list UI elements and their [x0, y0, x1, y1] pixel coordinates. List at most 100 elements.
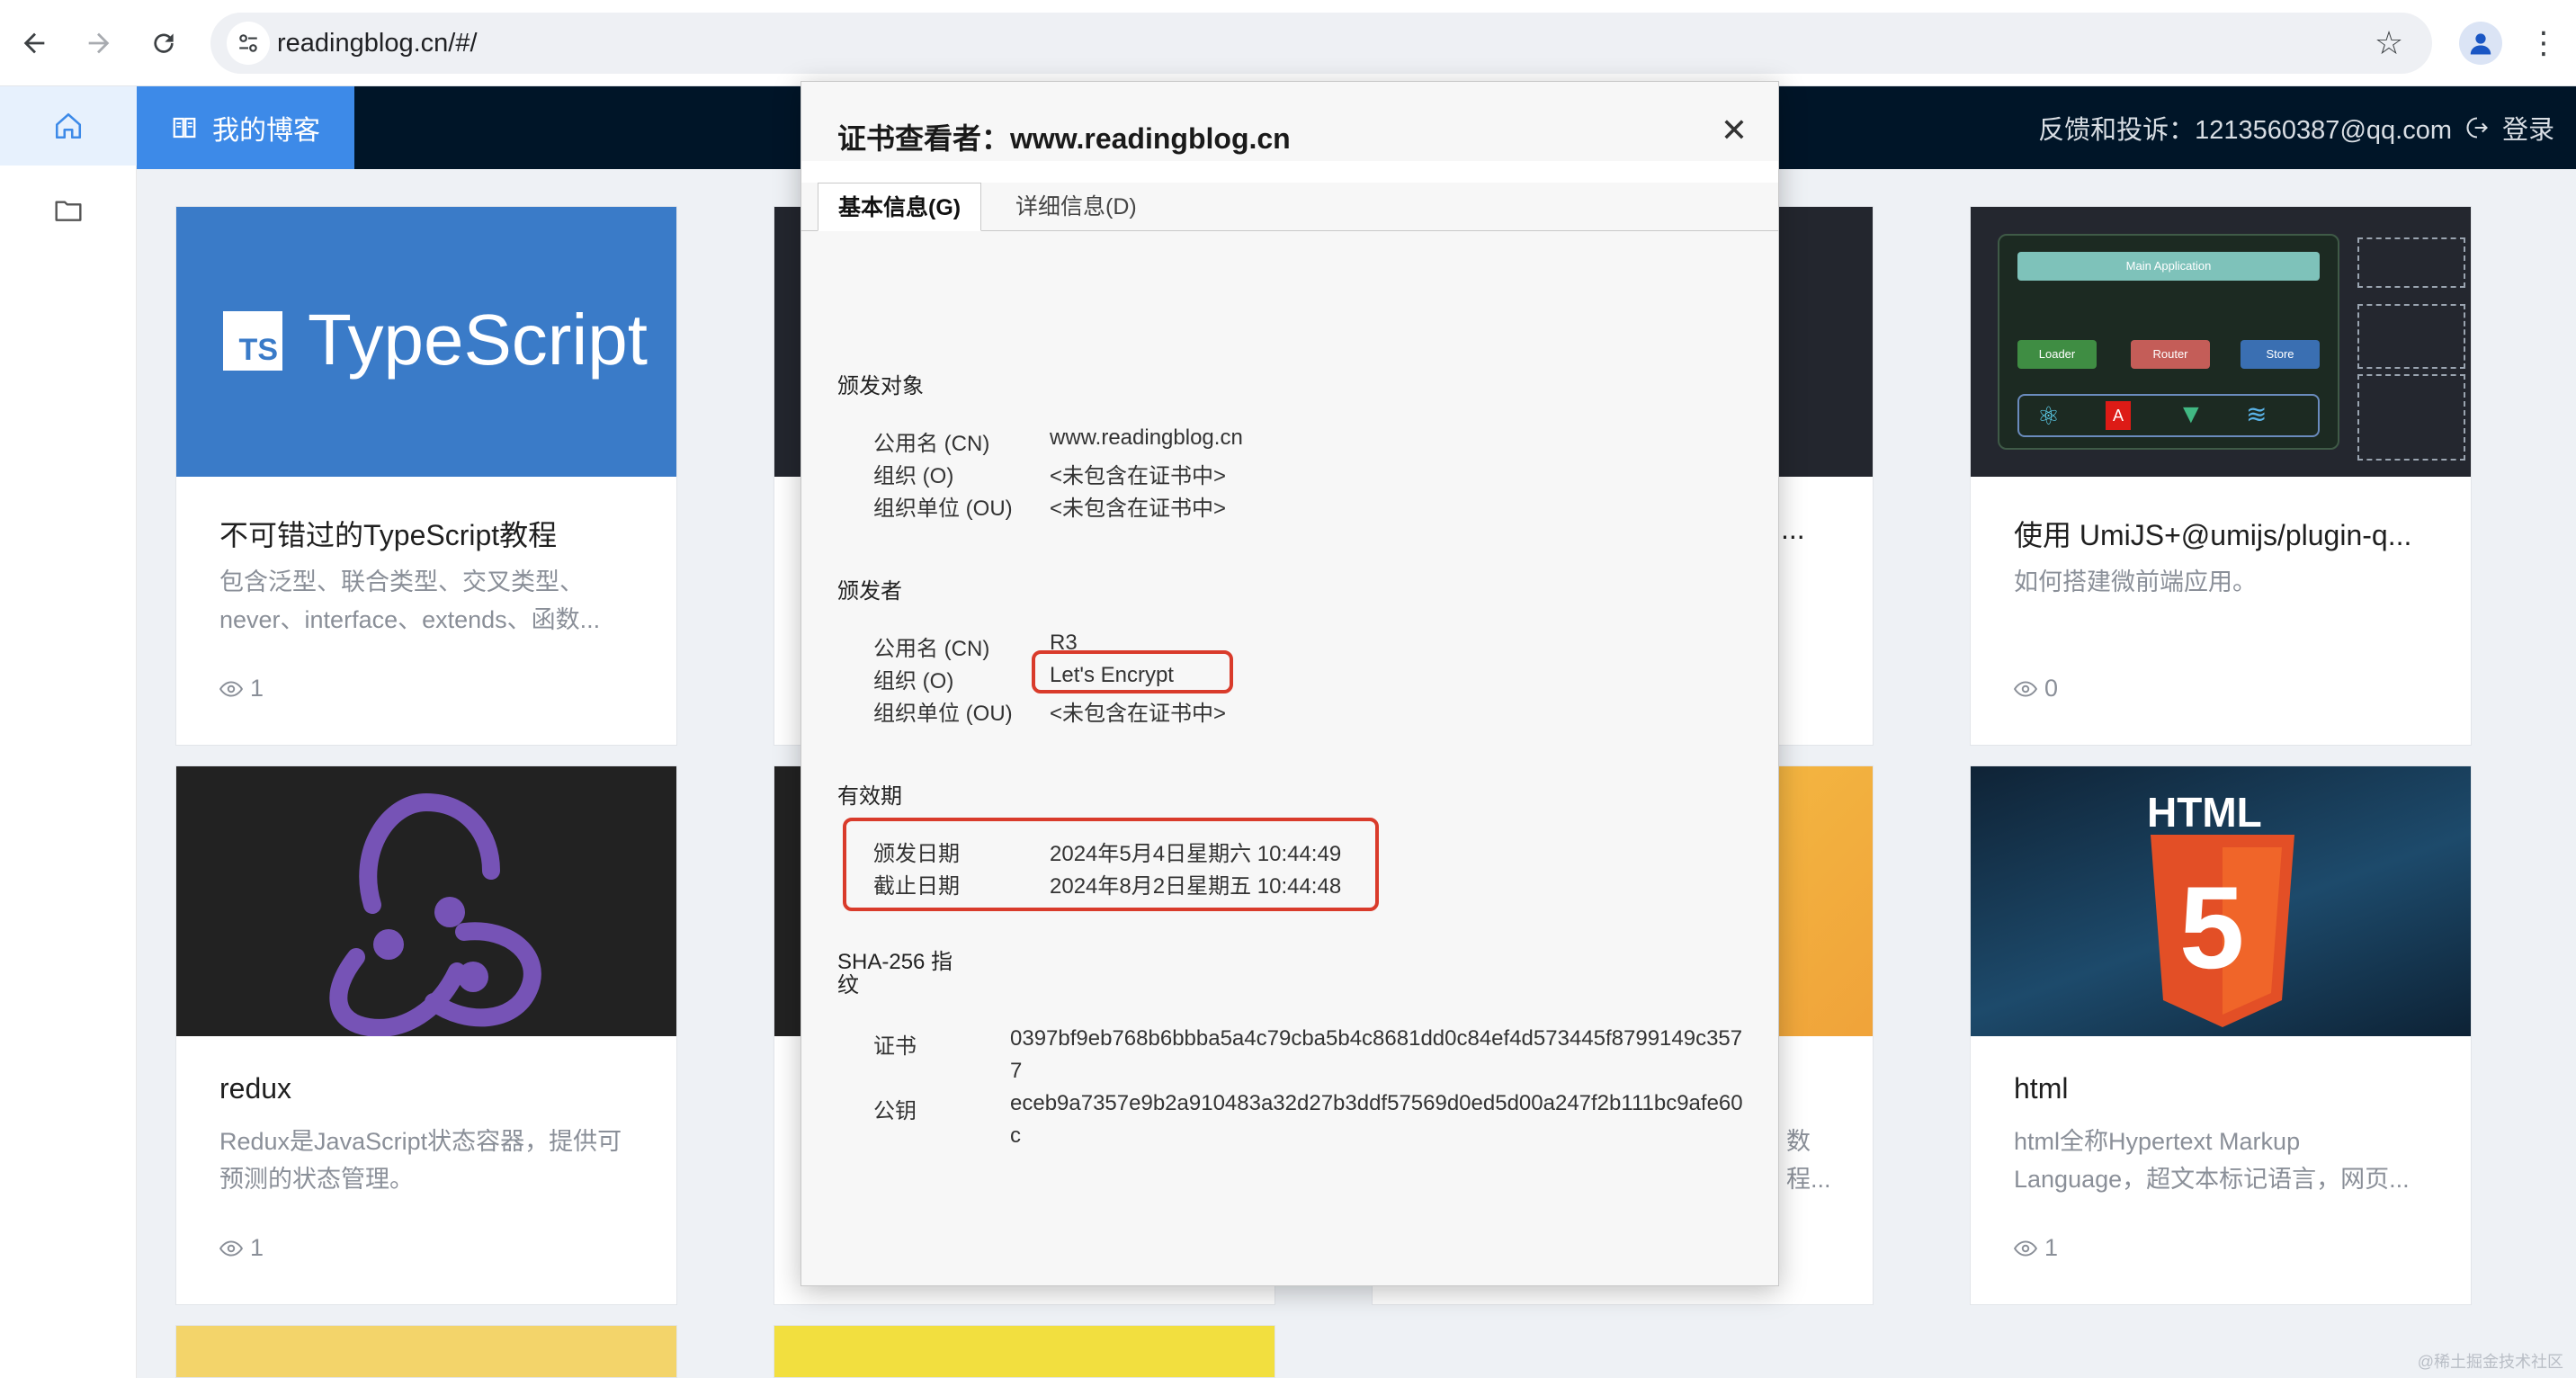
views-count: 1: [250, 675, 264, 702]
micro-frontend-diagram: Main Application Loader Router Store ⚛ A…: [1998, 234, 2339, 450]
article-card[interactable]: [774, 1325, 1275, 1378]
redux-logo: [329, 792, 541, 1036]
card-thumbnail: Main Application Loader Router Store ⚛ A…: [1971, 207, 2471, 477]
certificate-viewer-dialog: 证书查看者：www.readingblog.cn ✕ 基本信息(G) 详细信息(…: [801, 81, 1779, 1286]
card-title[interactable]: 使用 UmiJS+@umijs/plugin-q...: [2014, 513, 2437, 554]
field-label: 公用名 (CN): [873, 432, 990, 456]
field-label: 公用名 (CN): [873, 637, 990, 661]
watermark-text: @稀土掘金技术社区: [2417, 1353, 2563, 1371]
folder-icon: [55, 201, 82, 221]
dialog-title: 证书查看者：www.readingblog.cn: [837, 122, 1291, 155]
eye-icon: [2014, 680, 2037, 697]
main-app-box: Main Application: [2017, 252, 2320, 281]
bookmark-star-icon[interactable]: ☆: [2369, 23, 2409, 63]
field-label: 组织 (O): [873, 669, 954, 693]
field-label: 颁发日期: [873, 842, 960, 866]
field-value: 0397bf9eb768b6bbba5a4c79cba5b4c8681dd0c8…: [1010, 1026, 1743, 1083]
card-thumbnail: HTML 5: [1971, 766, 2471, 1036]
views-count: 0: [2044, 675, 2059, 702]
card-views: 1: [219, 1234, 264, 1262]
dialog-body: 颁发对象 公用名 (CN) www.readingblog.cn 组织 (O) …: [801, 231, 1778, 1285]
section-fingerprints: SHA-256 指 纹: [837, 951, 953, 998]
address-bar[interactable]: readingblog.cn/#/ ☆: [210, 13, 2432, 74]
tab-detail-info[interactable]: 详细信息(D): [996, 183, 1157, 231]
home-icon: [55, 112, 82, 139]
menu-kebab-icon[interactable]: ⋮: [2526, 20, 2562, 67]
field-label: 组织单位 (OU): [873, 702, 1013, 726]
login-link[interactable]: 登录: [2502, 109, 2554, 147]
angular-icon: A: [2106, 401, 2131, 430]
reload-icon[interactable]: [140, 20, 187, 67]
highlight-annotation: [1032, 650, 1233, 693]
vue-icon: ▼: [2178, 399, 2205, 429]
card-thumbnail: [176, 766, 676, 1036]
dashed-box: [2357, 304, 2465, 369]
left-rail: [0, 86, 137, 1378]
dashed-box: [2357, 374, 2465, 461]
forward-icon[interactable]: [76, 20, 122, 67]
brand-tab[interactable]: 我的博客: [137, 86, 354, 169]
typescript-wordmark: TypeScript: [308, 300, 648, 380]
dialog-tabs: 基本信息(G) 详细信息(D): [801, 183, 1778, 231]
loader-box: Loader: [2017, 340, 2097, 369]
html-wordmark: HTML: [2147, 789, 2262, 836]
profile-avatar-icon[interactable]: [2459, 22, 2502, 65]
article-card[interactable]: redux Redux是JavaScript状态容器，提供可预测的状态管理。 1: [175, 765, 677, 1305]
browser-toolbar: readingblog.cn/#/ ☆ ⋮: [0, 0, 2576, 86]
logout-icon[interactable]: [2464, 115, 2490, 140]
close-icon[interactable]: ✕: [1721, 114, 1748, 147]
article-card[interactable]: [175, 1325, 677, 1378]
field-label: 组织 (O): [873, 464, 954, 488]
framework-logos: ⚛ A ▼ ≋: [2017, 394, 2320, 437]
card-description: 如何搭建微前端应用。: [2014, 568, 2257, 595]
article-card[interactable]: Main Application Loader Router Store ⚛ A…: [1970, 206, 2472, 746]
feedback-text: 反馈和投诉：1213560387@qq.com: [2038, 116, 2452, 145]
back-icon[interactable]: [11, 20, 58, 67]
card-title[interactable]: html: [2014, 1072, 2437, 1105]
field-value: <未包含在证书中>: [1050, 497, 1227, 521]
views-count: 1: [2044, 1234, 2059, 1261]
card-description: 包含泛型、联合类型、交叉类型、never、interface、extends、函…: [219, 568, 601, 633]
section-issuer: 颁发者: [837, 579, 902, 604]
card-thumbnail: TS TypeScript: [176, 207, 676, 477]
eye-icon: [219, 1239, 243, 1257]
typescript-logo: TS: [223, 311, 282, 371]
card-title[interactable]: ...: [1781, 513, 1853, 546]
rail-home-button[interactable]: [0, 86, 137, 166]
section-validity: 有效期: [837, 784, 902, 809]
swift-icon: ≋: [2246, 400, 2267, 428]
article-card[interactable]: HTML 5 html html全称Hypertext Markup Langu…: [1970, 765, 2472, 1305]
dashed-box: [2357, 237, 2465, 288]
card-views: 1: [2014, 1234, 2058, 1262]
field-value: eceb9a7357e9b2a910483a32d27b3ddf57569d0e…: [1010, 1091, 1743, 1148]
rail-folder-button[interactable]: [0, 171, 137, 250]
section-heading-line: SHA-256 指: [837, 950, 953, 974]
card-desc-line: 程...: [1786, 1166, 1831, 1193]
site-info-icon[interactable]: [227, 22, 270, 65]
field-value: <未包含在证书中>: [1050, 464, 1227, 488]
card-description: 数 程...: [1786, 1123, 1858, 1198]
html5-number: 5: [2179, 862, 2245, 993]
store-box: Store: [2241, 340, 2320, 369]
field-value: 2024年5月4日星期六 10:44:49: [1050, 842, 1342, 866]
article-card[interactable]: TS TypeScript 不可错过的TypeScript教程 包含泛型、联合类…: [175, 206, 677, 746]
card-description: html全称Hypertext Markup Language，超文本标记语言，…: [2014, 1128, 2410, 1193]
url-text[interactable]: readingblog.cn/#/: [277, 13, 478, 74]
eye-icon: [219, 680, 243, 697]
section-heading-line: 纹: [837, 973, 859, 998]
book-icon: [173, 117, 196, 139]
tab-basic-info[interactable]: 基本信息(G): [818, 183, 982, 231]
field-value: 2024年8月2日星期五 10:44:48: [1050, 874, 1342, 899]
eye-icon: [2014, 1239, 2037, 1257]
field-value: www.readingblog.cn: [1050, 425, 1243, 450]
section-issued-to: 颁发对象: [837, 374, 924, 398]
field-value: <未包含在证书中>: [1050, 702, 1227, 726]
card-title[interactable]: 不可错过的TypeScript教程: [219, 513, 642, 554]
card-title[interactable]: redux: [219, 1072, 642, 1105]
card-views: 0: [2014, 675, 2058, 702]
field-label: 截止日期: [873, 874, 960, 899]
field-label: 组织单位 (OU): [873, 497, 1013, 521]
card-desc-line: 数: [1786, 1128, 1811, 1155]
brand-label: 我的博客: [212, 116, 320, 146]
dialog-header: 证书查看者：www.readingblog.cn ✕: [801, 82, 1778, 161]
